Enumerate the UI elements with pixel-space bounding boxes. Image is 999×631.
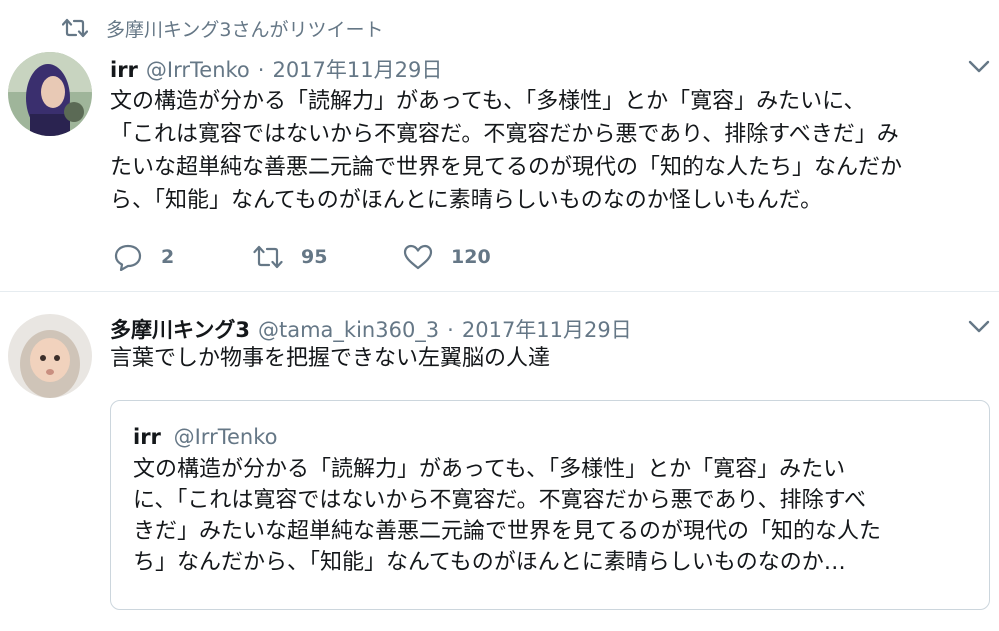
retweet-count: 95: [301, 246, 328, 268]
avatar-image: [8, 314, 92, 398]
retweet-notice[interactable]: 多摩川キング3さんがリツイート: [62, 14, 384, 42]
tweet-header: 多摩川キング3 @tama_kin360_3 · 2017年11月29日: [110, 314, 632, 344]
tweet-text-line: 文の構造が分かる「読解力」があっても、「多様性」とか「寛容」みたいに、: [110, 89, 866, 114]
tweet-text-line: たいな超単純な善悪二元論で世界を見てるのが現代の「知的な人たち」なんだか: [110, 155, 903, 180]
retweet-notice-text: 多摩川キング3さんがリツイート: [106, 18, 384, 41]
tweet-date[interactable]: 2017年11月29日: [272, 54, 442, 84]
reply-icon: [114, 244, 142, 271]
avatar[interactable]: [8, 52, 92, 136]
chevron-down-icon[interactable]: [968, 320, 990, 334]
quoted-text-line: ち」なんだから、「知能」なんてものがほんとに素晴らしいものなのか…: [133, 550, 846, 575]
quoted-tweet-header: irr @IrrTenko: [133, 425, 277, 449]
tweet-divider: [0, 291, 999, 292]
quoted-text-line: に、「これは寛容ではないから不寛容だ。不寛容だから悪であり、排除すべ: [133, 488, 867, 513]
quoted-tweet-text: 文の構造が分かる「読解力」があっても、「多様性」とか「寛容」みたい に、「これは…: [133, 454, 973, 578]
retweet-icon: [253, 245, 283, 269]
quoted-tweet[interactable]: irr @IrrTenko 文の構造が分かる「読解力」があっても、「多様性」とか…: [110, 400, 990, 610]
avatar[interactable]: [8, 314, 92, 398]
tweet-text: 文の構造が分かる「読解力」があっても、「多様性」とか「寛容」みたいに、 「これは…: [110, 85, 990, 217]
tweet-text-line: 「これは寛容ではないから不寛容だ。不寛容だから悪であり、排除すべきだ」み: [110, 122, 899, 147]
retweet-icon: [62, 18, 88, 38]
author-handle[interactable]: @IrrTenko: [146, 58, 250, 82]
separator-dot: ·: [447, 318, 454, 342]
quoted-author-handle: @IrrTenko: [173, 425, 278, 449]
quoted-text-line: きだ」みたいな超単純な善悪二元論で世界を見てるのが現代の「知的な人た: [133, 519, 882, 544]
tweet-text: 言葉でしか物事を把握できない左翼脳の人達: [110, 346, 551, 371]
author-name[interactable]: 多摩川キング3: [110, 314, 250, 344]
like-button[interactable]: 120: [403, 243, 491, 271]
quoted-text-line: 文の構造が分かる「読解力」があっても、「多様性」とか「寛容」みたい: [133, 457, 846, 482]
tweet-actions: 2 95 120: [113, 243, 491, 271]
avatar-image: [8, 52, 92, 136]
retweet-button[interactable]: 95: [253, 243, 403, 271]
like-count: 120: [451, 246, 491, 268]
author-handle[interactable]: @tama_kin360_3: [258, 318, 439, 342]
separator-dot: ·: [257, 58, 265, 82]
reply-button[interactable]: 2: [113, 243, 253, 271]
quoted-author-name: irr: [133, 425, 161, 449]
reply-count: 2: [161, 246, 175, 268]
heart-icon: [403, 244, 433, 270]
chevron-down-icon[interactable]: [968, 60, 990, 74]
tweet-date[interactable]: 2017年11月29日: [462, 314, 632, 344]
author-name[interactable]: irr: [110, 58, 138, 82]
tweet-text-line: ら、「知能」なんてものがほんとに素晴らしいものなのか怪しいもんだ。: [110, 188, 823, 213]
tweet-header: irr @IrrTenko · 2017年11月29日: [110, 54, 442, 84]
